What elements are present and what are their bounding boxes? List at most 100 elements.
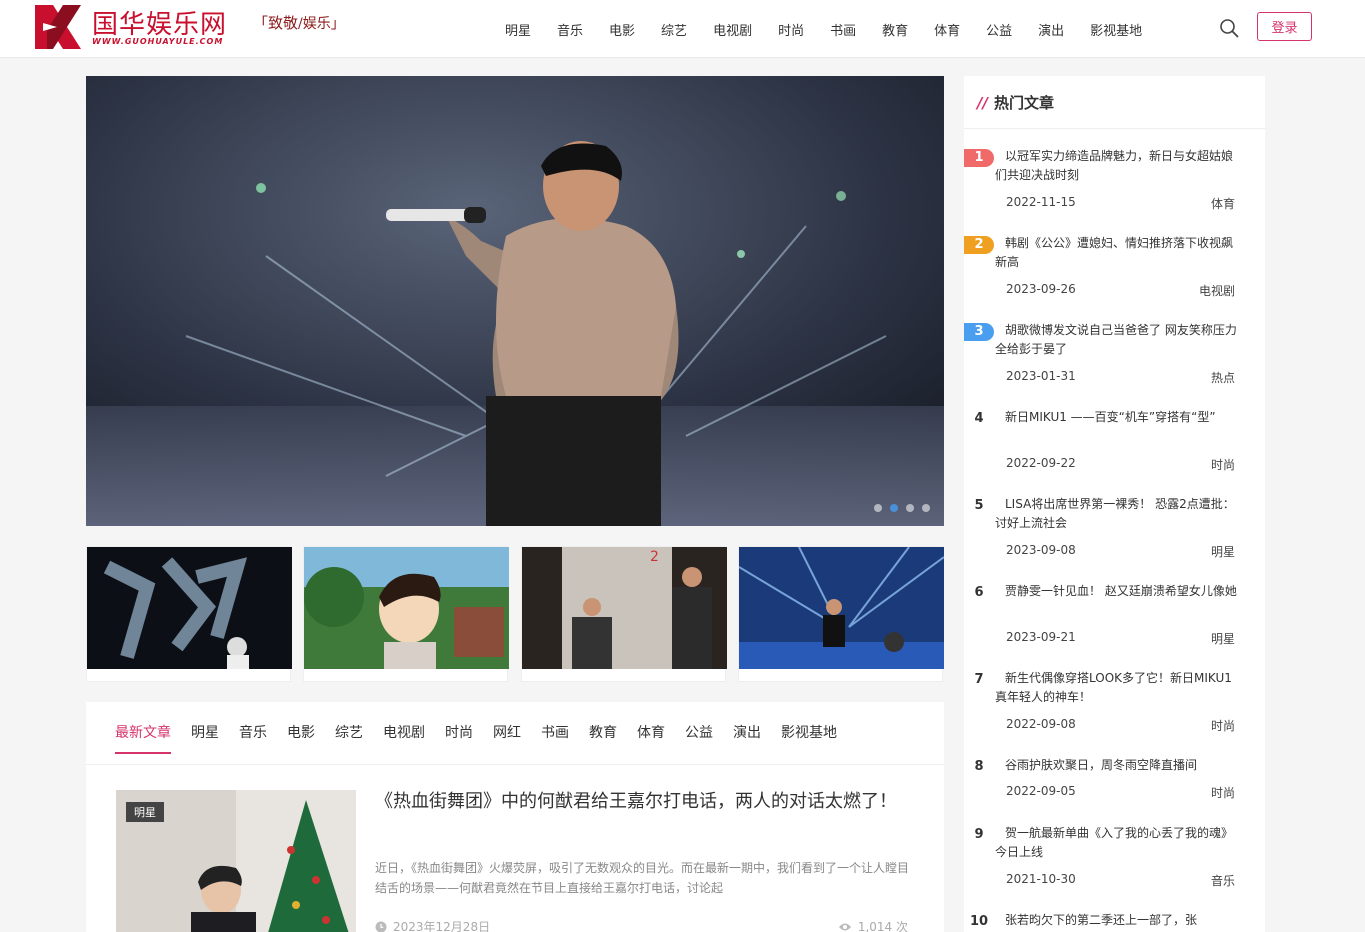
- tabs-divider: [86, 764, 944, 765]
- rank-badge: 1: [964, 149, 994, 167]
- tab-shows[interactable]: 演出: [733, 722, 761, 754]
- nav-item-shows[interactable]: 演出: [1025, 20, 1077, 39]
- hot-article-title[interactable]: 谷雨护肤欢聚日，周冬雨空降直播间: [995, 756, 1240, 775]
- featured-thumbnails: 2: [86, 546, 944, 682]
- sidebar-title: // 热门文章: [977, 93, 1054, 113]
- carousel-dot-active[interactable]: [890, 504, 898, 512]
- hot-article-date: 2023-09-21: [1006, 630, 1076, 644]
- tab-latest[interactable]: 最新文章: [115, 722, 171, 754]
- rank-badge: 3: [964, 323, 994, 341]
- nav-item-education[interactable]: 教育: [869, 20, 921, 39]
- tab-sports[interactable]: 体育: [637, 722, 665, 754]
- hot-article-date: 2022-11-15: [1006, 195, 1076, 209]
- tab-education[interactable]: 教育: [589, 722, 617, 754]
- hot-article-title[interactable]: 新生代偶像穿搭LOOK多了它！新日MIKU1真年轻人的神车！: [995, 669, 1240, 707]
- tab-fashion[interactable]: 时尚: [445, 722, 473, 754]
- logo-icon[interactable]: [35, 5, 81, 49]
- hot-article-title[interactable]: 贾静雯一针见血！ 赵又廷崩溃希望女儿像她: [995, 582, 1240, 601]
- hot-article-title[interactable]: 以冠军实力缔造品牌魅力，新日与女超姑娘们共迎决战时刻: [995, 147, 1240, 185]
- tab-film-base[interactable]: 影视基地: [781, 722, 837, 754]
- search-icon[interactable]: [1219, 18, 1239, 38]
- hot-article-category[interactable]: 时尚: [1211, 784, 1235, 801]
- hot-articles-sidebar: // 热门文章 1 以冠军实力缔造品牌魅力，新日与女超姑娘们共迎决战时刻 202…: [964, 76, 1265, 932]
- hot-article-item[interactable]: 3 胡歌微博发文说自己当爸爸了 网友笑称压力全给彭于晏了 2023-01-31 …: [964, 321, 1265, 401]
- hot-article-date: 2022-09-22: [1006, 456, 1076, 470]
- hot-article-category[interactable]: 明星: [1211, 543, 1235, 560]
- nav-item-fashion[interactable]: 时尚: [765, 20, 817, 39]
- hero-carousel[interactable]: [86, 76, 944, 526]
- carousel-dot[interactable]: [874, 504, 882, 512]
- hot-article-category[interactable]: 热点: [1211, 369, 1235, 386]
- hot-article-category[interactable]: 明星: [1211, 630, 1235, 647]
- tab-movies[interactable]: 电影: [287, 722, 315, 754]
- hot-article-item[interactable]: 4 新日MIKU1 ——百变“机车”穿搭有“型” 2022-09-22 时尚: [964, 408, 1265, 488]
- tab-influencer[interactable]: 网红: [493, 722, 521, 754]
- rank-number: 9: [974, 827, 984, 842]
- tab-tv[interactable]: 电视剧: [383, 722, 425, 754]
- hot-article-category[interactable]: 音乐: [1211, 872, 1235, 889]
- hero-image[interactable]: [86, 76, 944, 526]
- rank-number: 7: [974, 672, 984, 687]
- latest-articles-section: 最新文章 明星 音乐 电影 综艺 电视剧 时尚 网红 书画 教育 体育 公益 演…: [86, 702, 944, 932]
- nav-item-variety[interactable]: 综艺: [648, 20, 700, 39]
- clock-icon: [375, 921, 387, 932]
- nav-item-charity[interactable]: 公益: [973, 20, 1025, 39]
- login-button[interactable]: 登录: [1257, 12, 1312, 41]
- article-views: 1,014 次: [857, 920, 908, 932]
- nav-item-film-base[interactable]: 影视基地: [1077, 20, 1155, 39]
- hot-article-item[interactable]: 7 新生代偶像穿搭LOOK多了它！新日MIKU1真年轻人的神车！ 2022-09…: [964, 669, 1265, 749]
- sidebar-divider: [964, 128, 1265, 129]
- hot-article-item[interactable]: 2 韩剧《公公》遭媳妇、情妇推挤落下收视飙新高 2023-09-26 电视剧: [964, 234, 1265, 314]
- tab-music[interactable]: 音乐: [239, 722, 267, 754]
- thumbnail-3[interactable]: 2: [521, 546, 727, 682]
- tab-painting[interactable]: 书画: [541, 722, 569, 754]
- tab-charity[interactable]: 公益: [685, 722, 713, 754]
- hot-article-item[interactable]: 10 张若昀欠下的第二季还上一部了，张: [964, 911, 1265, 932]
- hot-article-item[interactable]: 9 贺一航最新单曲《入了我的心丢了我的魂》今日上线 2021-10-30 音乐: [964, 824, 1265, 904]
- carousel-dots: [874, 504, 930, 512]
- tab-variety[interactable]: 综艺: [335, 722, 363, 754]
- hot-article-item[interactable]: 1 以冠军实力缔造品牌魅力，新日与女超姑娘们共迎决战时刻 2022-11-15 …: [964, 147, 1265, 227]
- carousel-dot[interactable]: [922, 504, 930, 512]
- nav-item-painting[interactable]: 书画: [817, 20, 869, 39]
- rank-number: 5: [974, 498, 984, 513]
- nav-item-stars[interactable]: 明星: [492, 20, 544, 39]
- category-tabs: 最新文章 明星 音乐 电影 综艺 电视剧 时尚 网红 书画 教育 体育 公益 演…: [115, 722, 857, 754]
- nav-item-music[interactable]: 音乐: [544, 20, 596, 39]
- article-meta: 2023年12月28日 1,014 次: [375, 918, 908, 932]
- nav-item-tv[interactable]: 电视剧: [700, 20, 765, 39]
- hot-article-date: 2022-09-08: [1006, 717, 1076, 731]
- hot-article-title[interactable]: 胡歌微博发文说自己当爸爸了 网友笑称压力全给彭于晏了: [995, 321, 1240, 359]
- hot-article-category[interactable]: 体育: [1211, 195, 1235, 212]
- tab-stars[interactable]: 明星: [191, 722, 219, 754]
- main-nav: 明星 音乐 电影 综艺 电视剧 时尚 书画 教育 体育 公益 演出 影视基地: [492, 0, 1155, 58]
- hot-article-title[interactable]: 新日MIKU1 ——百变“机车”穿搭有“型”: [995, 408, 1240, 427]
- nav-item-sports[interactable]: 体育: [921, 20, 973, 39]
- hot-article-title[interactable]: 贺一航最新单曲《入了我的心丢了我的魂》今日上线: [995, 824, 1240, 862]
- hot-article-title[interactable]: 张若昀欠下的第二季还上一部了，张: [995, 911, 1240, 930]
- hot-article-item[interactable]: 6 贾静雯一针见血！ 赵又廷崩溃希望女儿像她 2023-09-21 明星: [964, 582, 1265, 662]
- hot-article-date: 2023-01-31: [1006, 369, 1076, 383]
- thumbnail-1[interactable]: [86, 546, 292, 682]
- svg-text:2: 2: [650, 549, 659, 565]
- thumbnail-4[interactable]: [738, 546, 944, 682]
- category-tag[interactable]: 明星: [126, 802, 164, 822]
- hot-article-category[interactable]: 电视剧: [1199, 282, 1235, 299]
- logo-domain: WWW.GUOHUAYULE.COM: [92, 37, 224, 46]
- rank-number: 6: [974, 585, 984, 600]
- nav-item-movies[interactable]: 电影: [596, 20, 648, 39]
- eye-icon: [838, 923, 851, 930]
- thumbnail-2[interactable]: [303, 546, 509, 682]
- title-accent-icon: //: [977, 93, 988, 112]
- hot-article-date: 2023-09-08: [1006, 543, 1076, 557]
- article-title[interactable]: 《热血街舞团》中的何猷君给王嘉尔打电话，两人的对话太燃了！: [375, 790, 905, 814]
- hot-article-item[interactable]: 5 LISA将出席世界第一裸秀！ 恐露2点遭批：讨好上流社会 2023-09-0…: [964, 495, 1265, 575]
- logo-text[interactable]: 国华娱乐网: [92, 4, 227, 41]
- hot-article-category[interactable]: 时尚: [1211, 456, 1235, 473]
- hot-article-title[interactable]: 韩剧《公公》遭媳妇、情妇推挤落下收视飙新高: [995, 234, 1240, 272]
- hot-article-category[interactable]: 时尚: [1211, 717, 1235, 734]
- carousel-dot[interactable]: [906, 504, 914, 512]
- hot-article-title[interactable]: LISA将出席世界第一裸秀！ 恐露2点遭批：讨好上流社会: [995, 495, 1240, 533]
- hot-article-date: 2022-09-05: [1006, 784, 1076, 798]
- hot-article-date: 2023-09-26: [1006, 282, 1076, 296]
